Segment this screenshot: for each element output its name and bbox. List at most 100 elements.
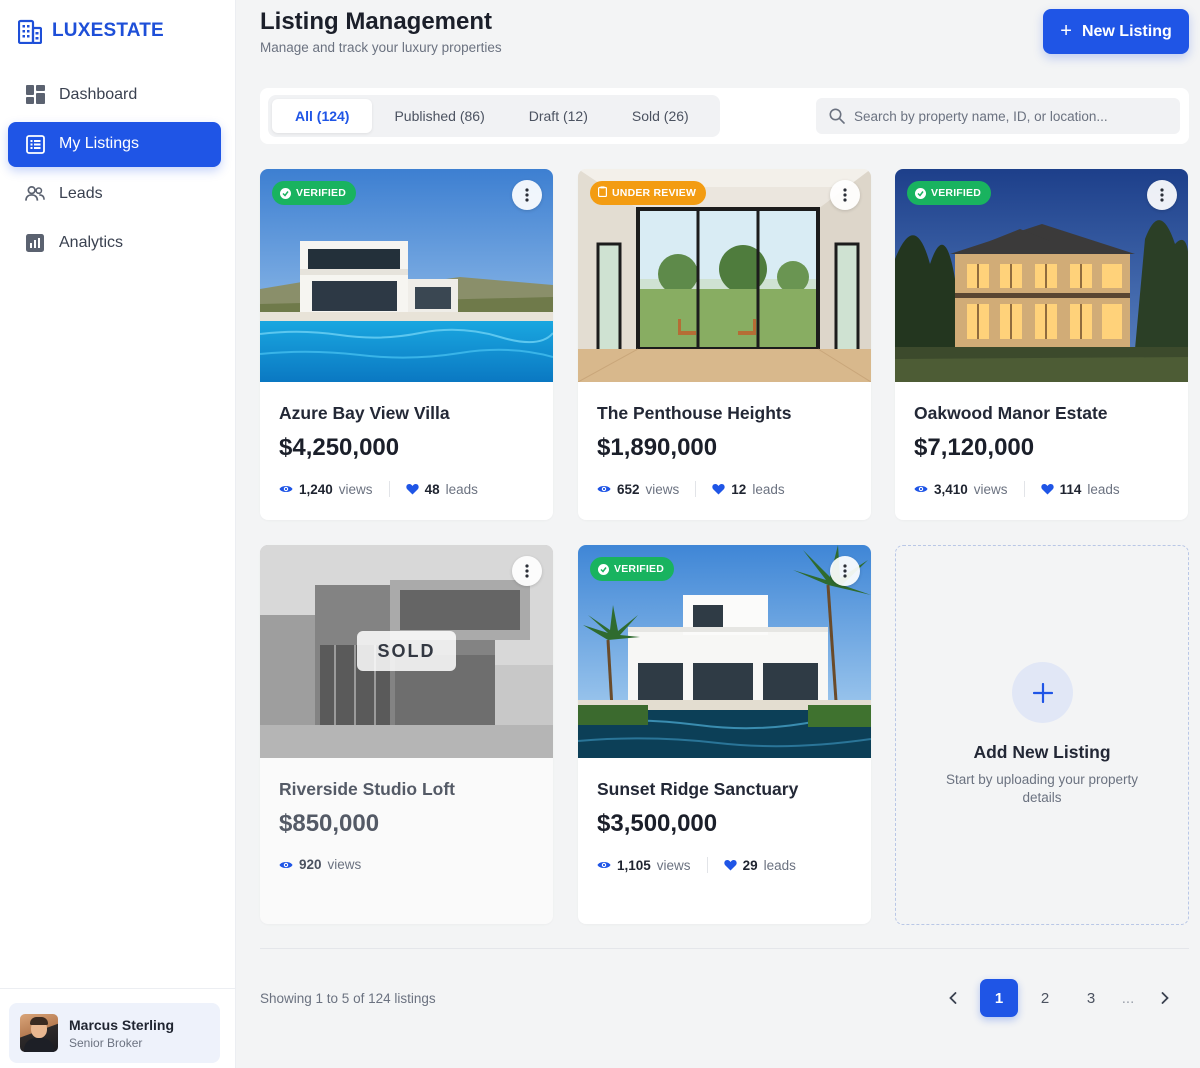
- plus-icon: [1032, 682, 1053, 703]
- views-label: views: [973, 481, 1008, 497]
- results-summary: Showing 1 to 5 of 124 listings: [260, 991, 436, 1006]
- property-image[interactable]: UNDER REVIEW: [578, 169, 871, 382]
- more-options-button[interactable]: [512, 556, 542, 586]
- verified-badge: VERIFIED: [907, 181, 992, 205]
- sidebar-item-leads[interactable]: Leads: [8, 171, 221, 216]
- property-stats: 652 views 12 leads: [597, 481, 785, 497]
- tab-all[interactable]: All (124): [272, 99, 373, 133]
- add-listing-card[interactable]: Add New Listing Start by uploading your …: [895, 545, 1189, 925]
- property-price: $1,890,000: [597, 434, 718, 461]
- footer-divider: [260, 948, 1189, 949]
- sidebar-nav: Dashboard My Listings Leads Analytics: [8, 72, 221, 270]
- property-stats: 920 views: [279, 857, 361, 872]
- eye-icon: [914, 486, 928, 492]
- under-review-badge: UNDER REVIEW: [590, 181, 707, 205]
- views-count: 1,105: [617, 857, 651, 873]
- leads-stat: 12 leads: [712, 481, 785, 497]
- badge-label: VERIFIED: [296, 187, 347, 199]
- more-options-button[interactable]: [512, 180, 542, 210]
- search-input[interactable]: [854, 108, 1174, 124]
- views-count: 1,240: [299, 481, 333, 497]
- leads-stat: 29 leads: [723, 857, 796, 873]
- views-label: views: [338, 481, 373, 497]
- sidebar-item-label: My Listings: [59, 135, 140, 152]
- analytics-icon: [25, 233, 45, 253]
- sidebar-item-dashboard[interactable]: Dashboard: [8, 72, 221, 117]
- listing-card[interactable]: VERIFIED Sunset Ridge Sanctuary $3,500,0…: [578, 545, 871, 924]
- badge-label: UNDER REVIEW: [612, 187, 697, 199]
- views-stat: 920 views: [279, 857, 361, 872]
- views-label: views: [656, 857, 691, 873]
- new-listing-label: New Listing: [1081, 22, 1172, 40]
- page-3-button[interactable]: 3: [1072, 979, 1110, 1017]
- check-circle-icon: [598, 563, 609, 575]
- eye-icon: [597, 486, 611, 492]
- check-circle-icon: [915, 187, 926, 199]
- prev-page-button[interactable]: [934, 979, 972, 1017]
- listing-card[interactable]: SOLD Riverside Studio Loft $850,000 920 v…: [260, 545, 553, 924]
- page-2-button[interactable]: 2: [1026, 979, 1064, 1017]
- profile-name: Marcus Sterling: [69, 1016, 175, 1033]
- more-options-button[interactable]: [830, 180, 860, 210]
- stat-divider: [1023, 481, 1025, 497]
- new-listing-button[interactable]: + New Listing: [1043, 9, 1189, 54]
- filter-bar: All (124) Published (86) Draft (12) Sold…: [260, 88, 1189, 144]
- sidebar-item-my-listings[interactable]: My Listings: [8, 121, 221, 167]
- more-options-button[interactable]: [830, 556, 860, 586]
- leads-count: 12: [731, 481, 747, 497]
- leads-count: 48: [424, 481, 440, 497]
- verified-badge: VERIFIED: [590, 557, 675, 581]
- leads-label: leads: [763, 857, 796, 873]
- stat-divider: [695, 481, 697, 497]
- eye-icon: [279, 861, 293, 868]
- property-image[interactable]: VERIFIED: [578, 545, 871, 758]
- more-options-button[interactable]: [1147, 180, 1177, 210]
- add-listing-button[interactable]: [1012, 662, 1073, 723]
- brand[interactable]: LUXESTATE: [18, 18, 164, 44]
- listing-card[interactable]: VERIFIED Oakwood Manor Estate $7,120,000…: [895, 169, 1188, 520]
- chevron-left-icon: [949, 992, 957, 1004]
- tab-sold[interactable]: Sold (26): [610, 99, 711, 133]
- tab-draft[interactable]: Draft (12): [507, 99, 610, 133]
- views-count: 3,410: [934, 481, 968, 497]
- views-count: 652: [617, 481, 640, 497]
- listings-icon: [25, 134, 45, 154]
- listing-card[interactable]: VERIFIED Azure Bay View Villa $4,250,000…: [260, 169, 553, 520]
- status-tabs: All (124) Published (86) Draft (12) Sold…: [268, 95, 720, 137]
- property-name: Riverside Studio Loft: [279, 779, 455, 799]
- leads-label: leads: [752, 481, 785, 497]
- page-subtitle: Manage and track your luxury properties: [260, 40, 502, 55]
- avatar: [20, 1014, 58, 1052]
- sidebar-item-analytics[interactable]: Analytics: [8, 221, 221, 266]
- building-icon: [18, 19, 42, 44]
- page-1-button[interactable]: 1: [980, 979, 1018, 1017]
- search-box: [816, 98, 1180, 134]
- sold-overlay: SOLD: [357, 631, 456, 671]
- views-count: 920: [299, 857, 322, 872]
- next-page-button[interactable]: [1146, 979, 1184, 1017]
- pagination: 1 2 3 ...: [934, 979, 1192, 1017]
- leads-label: leads: [1087, 481, 1120, 497]
- property-image[interactable]: VERIFIED: [895, 169, 1188, 382]
- property-image[interactable]: SOLD: [260, 545, 553, 758]
- listing-card[interactable]: UNDER REVIEW The Penthouse Heights $1,89…: [578, 169, 871, 520]
- property-price: $7,120,000: [914, 434, 1035, 461]
- heart-icon: [1040, 484, 1054, 495]
- pagination-ellipsis: ...: [1121, 989, 1135, 1007]
- kebab-icon: [843, 564, 847, 578]
- property-name: Sunset Ridge Sanctuary: [597, 779, 799, 799]
- views-stat: 1,105 views: [597, 858, 691, 873]
- kebab-icon: [525, 188, 529, 202]
- user-profile[interactable]: Marcus Sterling Senior Broker: [9, 1003, 220, 1063]
- chevron-right-icon: [1161, 992, 1169, 1004]
- property-price: $3,500,000: [597, 810, 718, 837]
- views-stat: 3,410 views: [914, 482, 1008, 497]
- sidebar: LUXESTATE Dashboard My Listings Leads An…: [0, 0, 236, 1068]
- users-icon: [25, 184, 45, 204]
- add-listing-title: Add New Listing: [973, 742, 1111, 762]
- tab-published[interactable]: Published (86): [372, 99, 506, 133]
- sidebar-item-label: Analytics: [59, 234, 124, 251]
- property-image[interactable]: VERIFIED: [260, 169, 553, 382]
- property-price: $4,250,000: [279, 434, 400, 461]
- views-label: views: [645, 481, 680, 497]
